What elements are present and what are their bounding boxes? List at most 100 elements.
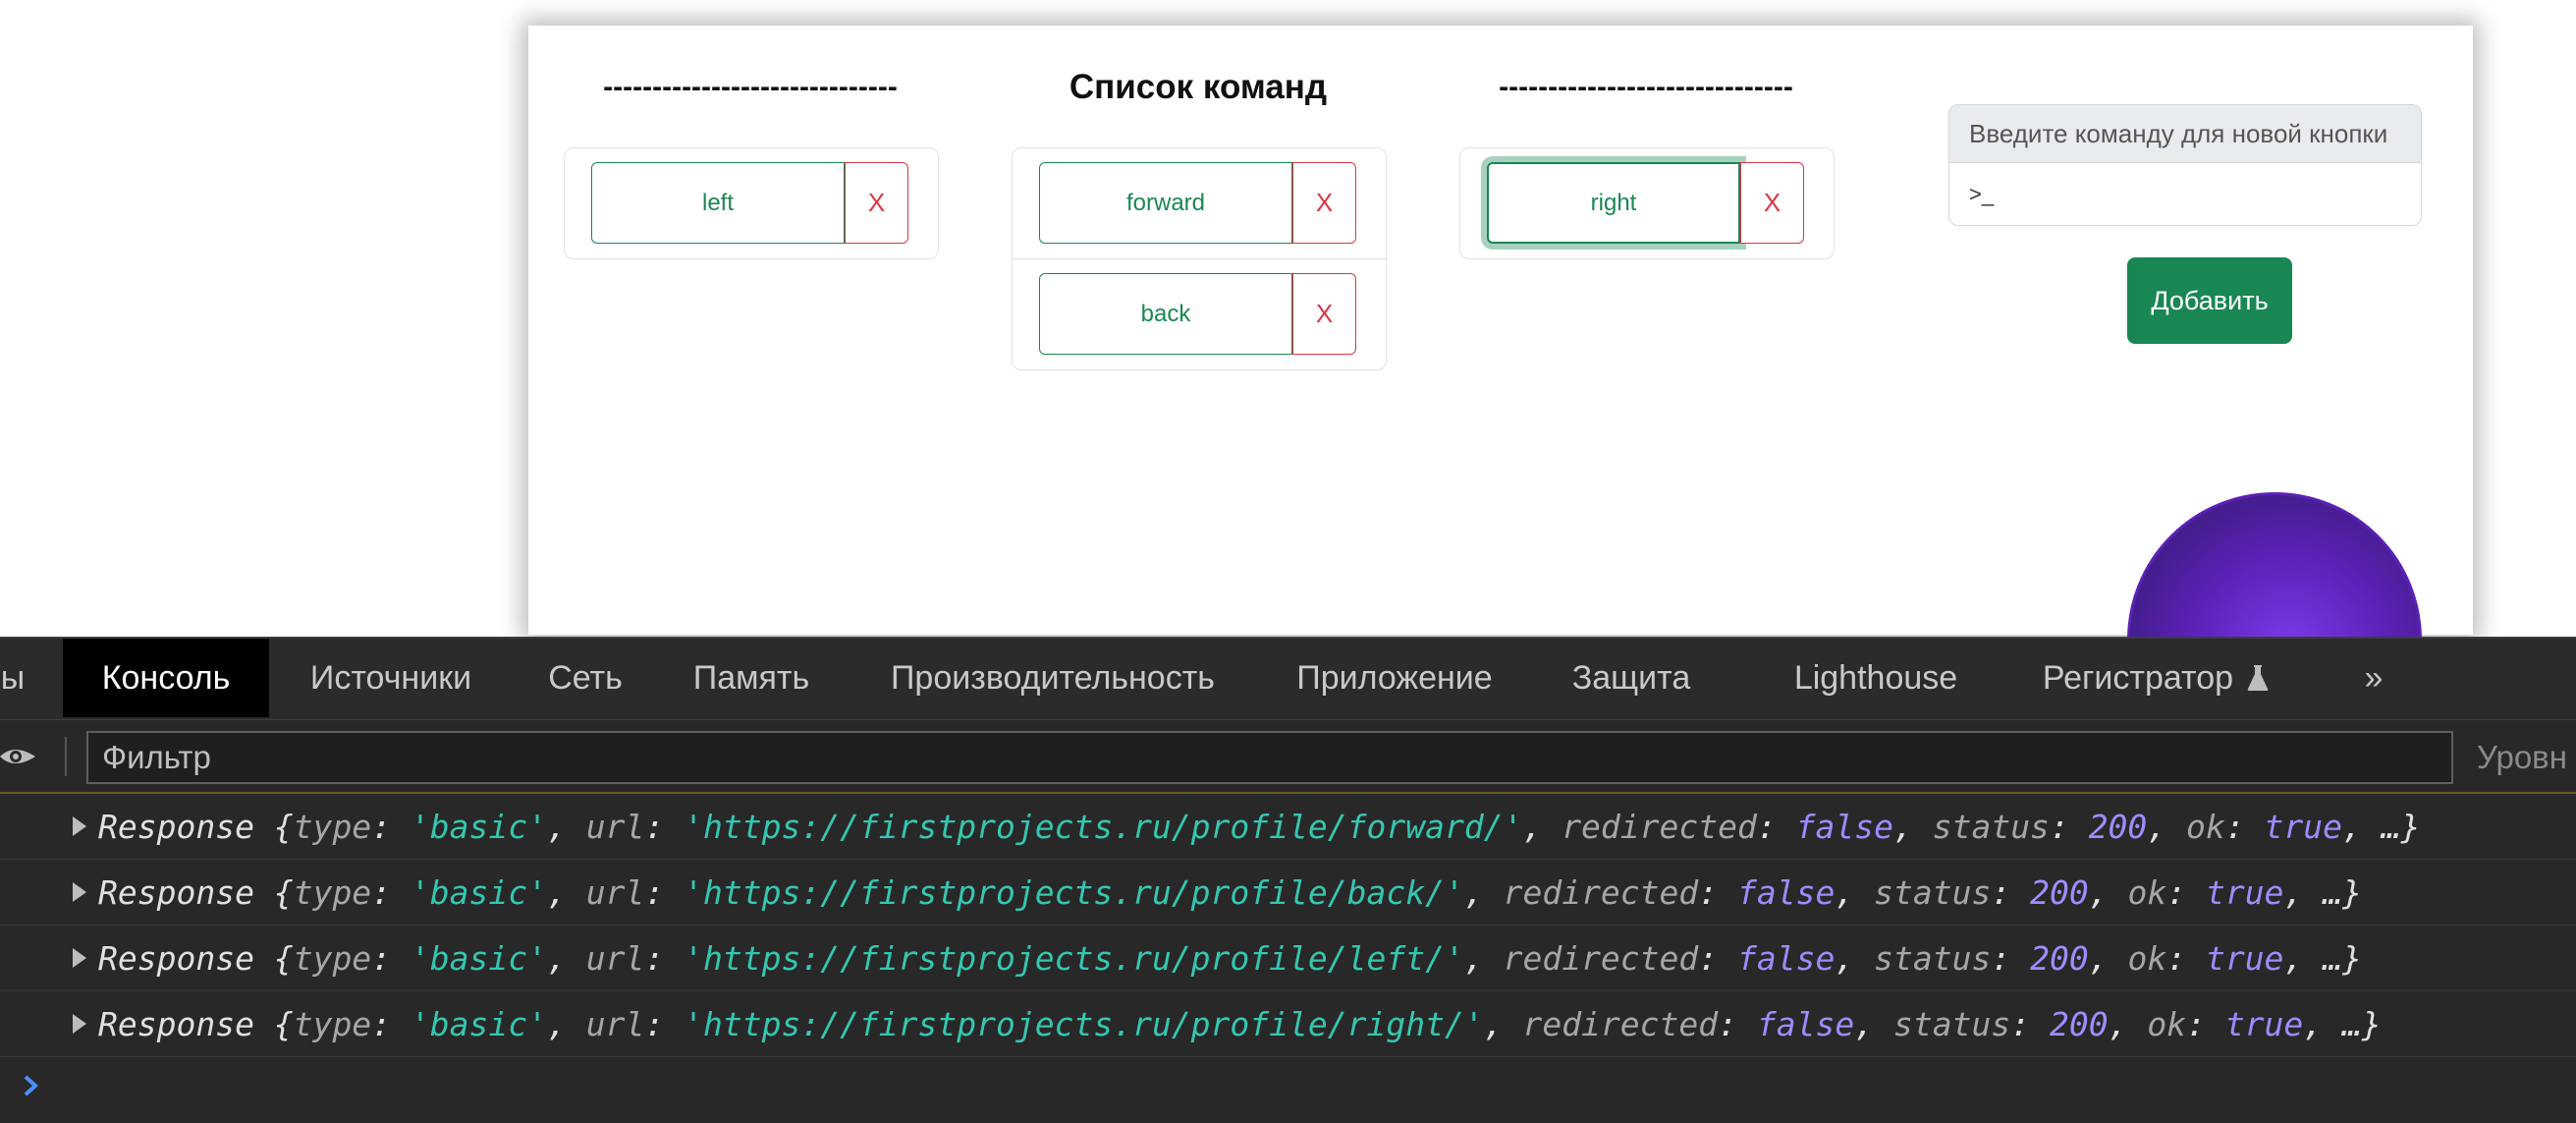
tab-lighthouse[interactable]: Lighthouse: [1780, 639, 1972, 717]
add-button[interactable]: Добавить: [2127, 257, 2292, 344]
page-card: ------------------------------ left X Сп…: [528, 26, 2473, 787]
command-button-back[interactable]: back: [1039, 273, 1292, 355]
command-list: left X: [564, 147, 939, 259]
log-url-value: 'https://firstprojects.ru/profile/left/': [684, 938, 1464, 978]
log-key: url: [585, 872, 645, 912]
log-key: ok: [2186, 807, 2225, 846]
command-button-left[interactable]: left: [591, 162, 845, 244]
column-title: Список команд: [1069, 68, 1328, 106]
log-ellipsis: …: [2342, 1004, 2362, 1043]
expand-caret-icon[interactable]: [73, 882, 86, 902]
tab-security[interactable]: Защита: [1558, 639, 1705, 717]
log-type-value: 'basic': [410, 938, 548, 978]
log-ok-value: true: [2264, 807, 2343, 846]
log-type-value: 'basic': [410, 807, 548, 846]
command-column-right: ------------------------------ right X: [1459, 65, 1835, 259]
command-column-center: Список команд forward X back X: [1012, 65, 1387, 370]
tab-elements-partial[interactable]: ы: [0, 639, 26, 717]
log-ok-value: true: [2205, 872, 2284, 912]
tab-network[interactable]: Сеть: [530, 639, 640, 717]
log-key: type: [293, 1004, 372, 1043]
command-row: forward X: [1013, 148, 1386, 259]
console-log-line[interactable]: Response {type: 'basic', url: 'https://f…: [0, 926, 2576, 991]
tab-application[interactable]: Приложение: [1277, 639, 1512, 717]
log-key: status: [1892, 1004, 2011, 1043]
command-button-right[interactable]: right: [1487, 162, 1740, 244]
eye-icon[interactable]: [0, 743, 35, 770]
log-key: url: [585, 807, 645, 846]
log-key: ok: [2127, 938, 2167, 978]
log-class: Response: [98, 807, 254, 846]
log-status-value: 200: [2088, 807, 2148, 846]
expand-caret-icon[interactable]: [73, 816, 86, 836]
log-status-value: 200: [2049, 1004, 2109, 1043]
log-redirected-value: false: [1795, 807, 1893, 846]
tab-console[interactable]: Консоль: [63, 639, 269, 717]
log-key: redirected: [1562, 807, 1757, 846]
new-command-input[interactable]: >_: [1948, 163, 2422, 226]
log-key: status: [1874, 938, 1992, 978]
tab-memory[interactable]: Память: [678, 639, 825, 717]
log-key: type: [293, 938, 372, 978]
prompt-chevron-icon[interactable]: [22, 1071, 41, 1100]
tab-recorder-label: Регистратор: [2042, 658, 2234, 697]
log-ok-value: true: [2224, 1004, 2304, 1043]
log-key: redirected: [1503, 872, 1699, 912]
levels-dropdown[interactable]: Уровн: [2477, 739, 2567, 776]
devtools-panel: ы Консоль Источники Сеть Память Производ…: [0, 637, 2576, 1123]
command-list: right X: [1459, 147, 1835, 259]
log-redirected-value: false: [1756, 1004, 1855, 1043]
flask-icon: [2247, 665, 2269, 691]
console-log-line[interactable]: Response {type: 'basic', url: 'https://f…: [0, 860, 2576, 926]
tab-sources[interactable]: Источники: [285, 639, 497, 717]
tab-performance[interactable]: Производительность: [866, 639, 1239, 717]
delete-button[interactable]: X: [845, 162, 908, 244]
log-key: redirected: [1522, 1004, 1719, 1043]
log-key: url: [585, 1004, 645, 1043]
new-command-label: Введите команду для новой кнопки: [1948, 104, 2422, 163]
command-row: left X: [565, 148, 938, 258]
log-class: Response: [98, 872, 254, 912]
log-key: status: [1932, 807, 2050, 846]
delete-button[interactable]: X: [1740, 162, 1804, 244]
more-tabs-icon[interactable]: »: [2351, 639, 2396, 717]
toolbar-divider: [65, 737, 67, 776]
log-key: redirected: [1503, 938, 1699, 978]
console-toolbar: Фильтр Уровн: [0, 721, 2576, 794]
tab-recorder[interactable]: Регистратор: [2023, 639, 2288, 717]
devtools-tabbar: ы Консоль Источники Сеть Память Производ…: [0, 639, 2576, 720]
log-key: ok: [2147, 1004, 2187, 1043]
command-row: back X: [1013, 259, 1386, 369]
log-ellipsis: …: [2323, 938, 2343, 978]
log-class: Response: [98, 1004, 254, 1043]
log-type-value: 'basic': [410, 872, 548, 912]
console-log-line[interactable]: Response {type: 'basic', url: 'https://f…: [0, 794, 2576, 860]
command-column-left: ------------------------------ left X: [564, 65, 939, 259]
command-row: right X: [1460, 148, 1834, 258]
log-ellipsis: …: [2381, 807, 2401, 846]
command-button-forward[interactable]: forward: [1039, 162, 1292, 244]
log-url-value: 'https://firstprojects.ru/profile/back/': [684, 872, 1464, 912]
delete-button[interactable]: X: [1292, 273, 1356, 355]
log-key: type: [293, 872, 372, 912]
log-redirected-value: false: [1737, 872, 1836, 912]
log-status-value: 200: [2030, 872, 2089, 912]
log-class: Response: [98, 938, 254, 978]
log-key: url: [585, 938, 645, 978]
log-key: type: [293, 807, 372, 846]
new-command-form: Введите команду для новой кнопки >_ Доба…: [1948, 104, 2422, 344]
delete-button[interactable]: X: [1292, 162, 1356, 244]
log-url-value: 'https://firstprojects.ru/profile/forwar…: [684, 807, 1523, 846]
column-title: ------------------------------: [603, 71, 898, 103]
log-status-value: 200: [2030, 938, 2089, 978]
log-redirected-value: false: [1737, 938, 1836, 978]
log-ok-value: true: [2205, 938, 2284, 978]
filter-input[interactable]: Фильтр: [86, 731, 2453, 784]
log-key: ok: [2127, 872, 2167, 912]
log-type-value: 'basic': [410, 1004, 548, 1043]
console-log-line[interactable]: Response {type: 'basic', url: 'https://f…: [0, 991, 2576, 1057]
expand-caret-icon[interactable]: [73, 948, 86, 968]
column-title: ------------------------------: [1499, 71, 1793, 103]
expand-caret-icon[interactable]: [73, 1014, 86, 1034]
log-key: status: [1874, 872, 1992, 912]
